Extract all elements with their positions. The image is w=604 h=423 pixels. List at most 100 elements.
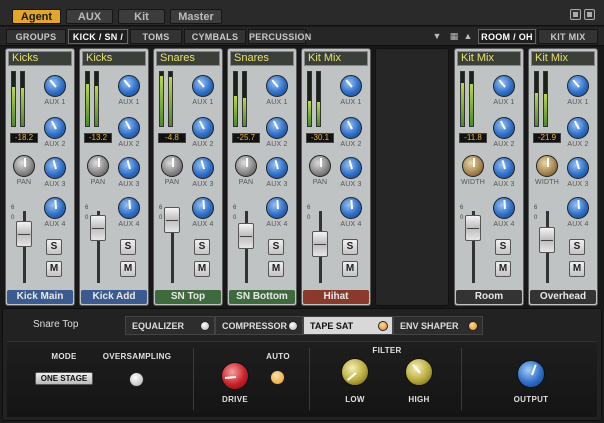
aux-send-knob[interactable] [118,117,140,139]
aux-send-knob[interactable] [567,75,589,97]
aux-send-knob[interactable] [44,157,66,179]
tab-room-oh[interactable]: ROOM / OH [478,29,536,44]
env-shaper-led-icon[interactable] [468,321,478,331]
mute-button[interactable]: M [120,261,136,277]
aux-send-knob[interactable] [192,197,214,219]
equalizer-led-icon[interactable] [200,321,210,331]
tab-aux[interactable]: AUX [66,9,113,24]
layout-icon[interactable] [584,9,595,20]
mute-button[interactable]: M [194,261,210,277]
aux-send-knob[interactable] [493,197,515,219]
channel-name[interactable]: Room [456,290,522,304]
tab-kit[interactable]: Kit [118,9,165,24]
channel-group-name[interactable]: Kicks [8,51,72,66]
channel-group-name[interactable]: Snares [156,51,220,66]
mute-button[interactable]: M [342,261,358,277]
high-filter-knob[interactable] [405,358,433,386]
compressor-led-icon[interactable] [288,321,298,331]
solo-button[interactable]: S [495,239,511,255]
mute-button[interactable]: M [268,261,284,277]
tab-groups[interactable]: GROUPS [6,29,66,44]
aux-send-knob[interactable] [192,75,214,97]
tab-agent[interactable]: Agent [12,9,61,24]
volume-fader[interactable] [539,227,555,253]
mute-button[interactable]: M [569,261,585,277]
channel-group-name[interactable]: Snares [230,51,294,66]
solo-button[interactable]: S [268,239,284,255]
tab-master[interactable]: Master [170,9,222,24]
tape-sat-led-icon[interactable] [378,321,388,331]
tab-kit-mix[interactable]: KIT MIX [538,29,598,44]
tab-compressor[interactable]: COMPRESSOR [215,316,303,335]
save-icon[interactable]: ▦ [449,31,459,42]
channel-group-name[interactable]: Kicks [82,51,146,66]
aux-send-knob[interactable] [340,157,362,179]
volume-fader[interactable] [164,207,180,233]
aux-send-knob[interactable] [118,157,140,179]
width-knob[interactable] [536,155,558,177]
volume-fader[interactable] [16,221,32,247]
aux-send-knob[interactable] [44,75,66,97]
solo-button[interactable]: S [342,239,358,255]
aux-send-knob[interactable] [493,75,515,97]
channel-name[interactable]: SN Top [155,290,221,304]
drive-knob[interactable] [221,362,249,390]
auto-button[interactable] [270,370,285,385]
channel-name[interactable]: Kick Add [81,290,147,304]
tab-equalizer[interactable]: EQUALIZER [125,316,215,335]
solo-button[interactable]: S [194,239,210,255]
trash-icon[interactable]: ▲ [463,31,473,42]
output-knob[interactable] [517,360,545,388]
tab-toms[interactable]: TOMS [130,29,182,44]
channel-name[interactable]: Hihat [303,290,369,304]
mode-button[interactable]: ONE STAGE [35,372,93,385]
volume-fader[interactable] [312,231,328,257]
channel-group-name[interactable]: Kit Mix [304,51,368,66]
pan-knob[interactable] [161,155,183,177]
low-filter-knob[interactable] [341,358,369,386]
pan-knob[interactable] [87,155,109,177]
channel-group-name[interactable]: Kit Mix [531,51,595,66]
solo-button[interactable]: S [569,239,585,255]
channel-group-name[interactable]: Kit Mix [457,51,521,66]
aux-send-knob[interactable] [567,157,589,179]
mute-button[interactable]: M [495,261,511,277]
width-knob[interactable] [462,155,484,177]
tab-env-shaper[interactable]: ENV SHAPER [393,316,483,335]
aux-send-knob[interactable] [340,117,362,139]
tab-tape-sat[interactable]: TAPE SAT [303,316,393,335]
aux-send-knob[interactable] [192,117,214,139]
aux-send-knob[interactable] [118,197,140,219]
aux-send-knob[interactable] [118,75,140,97]
channel-name[interactable]: Kick Main [7,290,73,304]
aux-send-knob[interactable] [44,197,66,219]
aux-send-knob[interactable] [340,197,362,219]
oversampling-button[interactable] [129,372,144,387]
aux-send-knob[interactable] [340,75,362,97]
pan-knob[interactable] [309,155,331,177]
solo-button[interactable]: S [46,239,62,255]
tab-cymbals[interactable]: CYMBALS [184,29,246,44]
pan-knob[interactable] [13,155,35,177]
volume-fader[interactable] [238,223,254,249]
channel-name[interactable]: SN Bottom [229,290,295,304]
volume-fader[interactable] [90,215,106,241]
aux-send-knob[interactable] [266,117,288,139]
dropdown-arrow-icon[interactable]: ▼ [432,31,442,42]
mute-button[interactable]: M [46,261,62,277]
aux-send-knob[interactable] [266,75,288,97]
aux-send-knob[interactable] [493,157,515,179]
volume-fader[interactable] [465,215,481,241]
aux-send-knob[interactable] [192,157,214,179]
aux-send-knob[interactable] [44,117,66,139]
window-icon[interactable] [570,9,581,20]
channel-name[interactable]: Overhead [530,290,596,304]
aux-send-knob[interactable] [266,157,288,179]
aux-send-knob[interactable] [567,117,589,139]
solo-button[interactable]: S [120,239,136,255]
aux-send-knob[interactable] [567,197,589,219]
aux-send-knob[interactable] [493,117,515,139]
tab-percussion[interactable]: PERCUSSION [248,29,311,44]
pan-knob[interactable] [235,155,257,177]
tab-kick-sn-hh[interactable]: KICK / SN / HH [68,29,128,57]
